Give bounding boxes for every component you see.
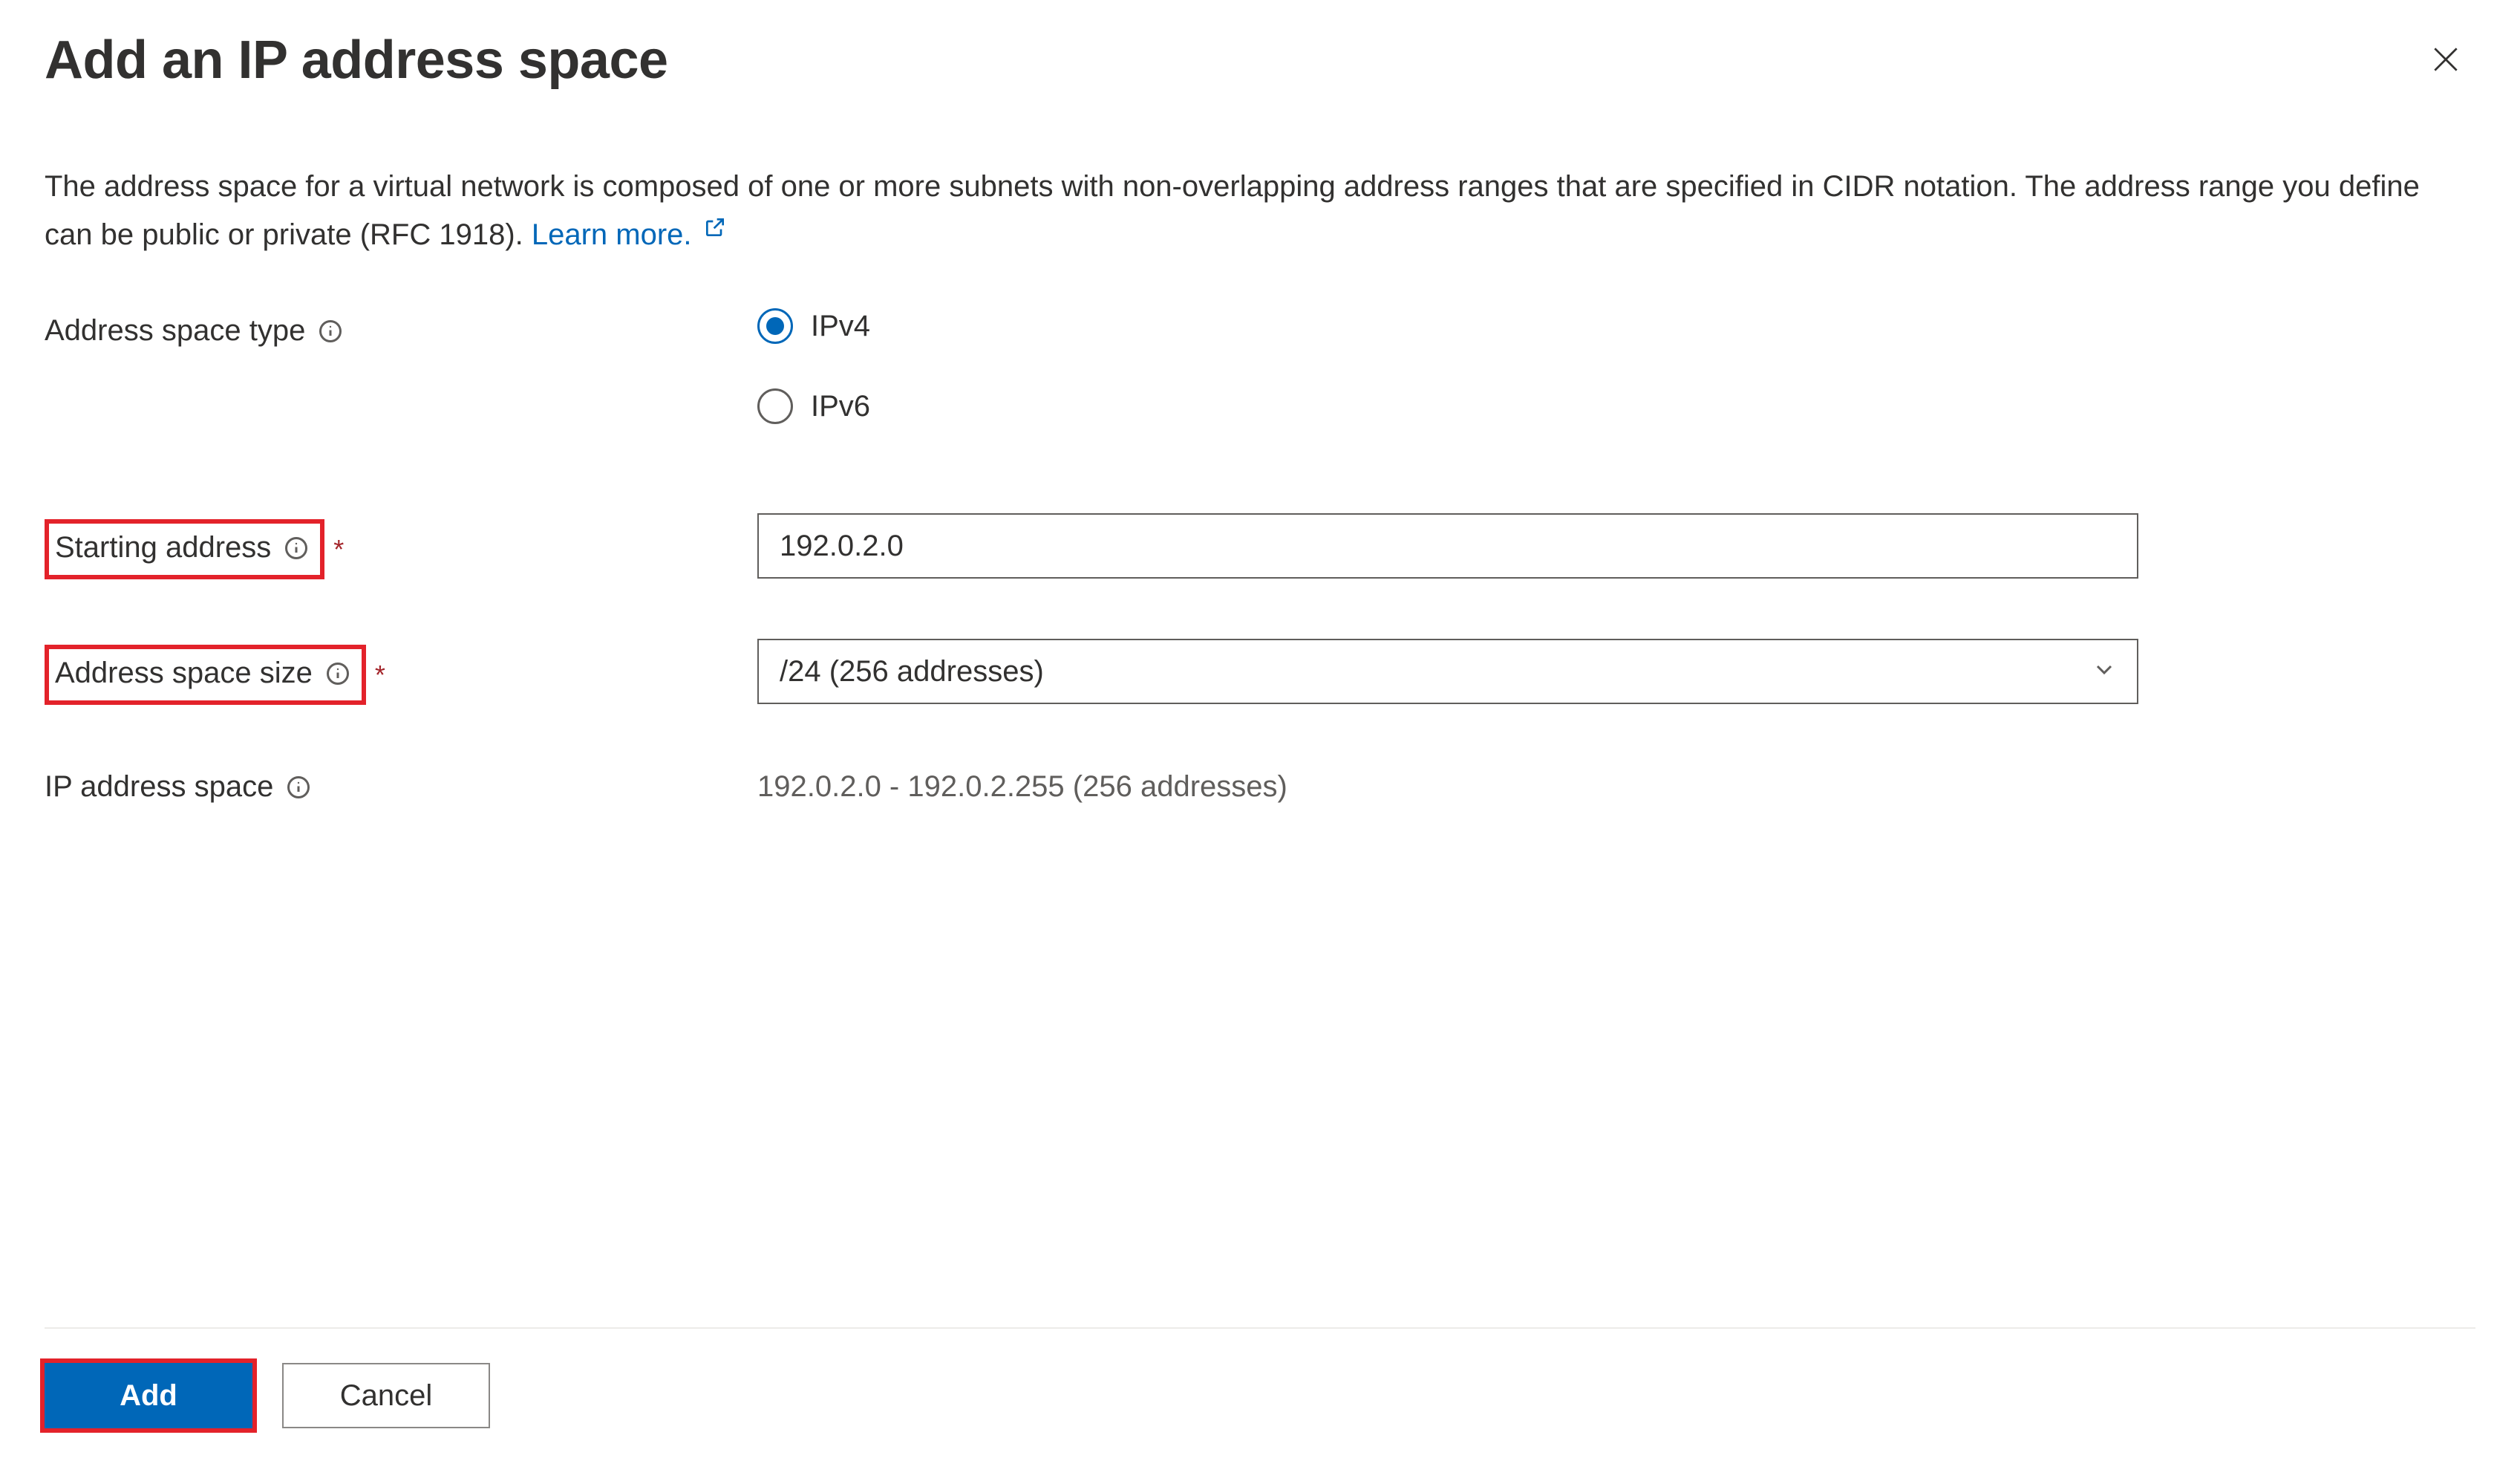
info-icon[interactable]: [324, 660, 351, 687]
required-star-icon: *: [375, 660, 385, 691]
panel-footer: Add Cancel: [45, 1327, 2475, 1428]
row-address-space-size: Address space size * /24 (256 addresses): [45, 639, 2475, 705]
field-address-space-size: /24 (256 addresses): [757, 639, 2138, 704]
radio-ipv4[interactable]: IPv4: [757, 308, 2138, 344]
field-ip-address-space: 192.0.2.0 - 192.0.2.255 (256 addresses): [757, 764, 2138, 804]
label-text: Address space type: [45, 314, 305, 348]
row-address-space-type: Address space type IPv4 IPv6: [45, 308, 2475, 424]
info-icon[interactable]: [283, 535, 310, 562]
address-space-type-radiogroup: IPv4 IPv6: [757, 308, 2138, 424]
description-text: The address space for a virtual network …: [45, 170, 2420, 251]
field-address-space-type: IPv4 IPv6: [757, 308, 2138, 424]
label-text: IP address space: [45, 770, 273, 804]
field-starting-address: [757, 513, 2138, 579]
radio-ipv6[interactable]: IPv6: [757, 388, 2138, 424]
required-star-icon: *: [333, 534, 344, 565]
learn-more-link[interactable]: Learn more.: [532, 218, 727, 251]
label-starting-address: Starting address *: [45, 513, 757, 579]
row-starting-address: Starting address *: [45, 513, 2475, 579]
label-address-space-type: Address space type: [45, 308, 757, 348]
info-icon[interactable]: [285, 774, 312, 801]
ip-address-space-value: 192.0.2.0 - 192.0.2.255 (256 addresses): [757, 764, 2138, 804]
radio-ipv4-label: IPv4: [811, 310, 870, 343]
close-button[interactable]: [2423, 37, 2468, 84]
panel-header: Add an IP address space: [45, 30, 2475, 91]
panel-title: Add an IP address space: [45, 30, 668, 91]
address-space-size-select[interactable]: /24 (256 addresses): [757, 639, 2138, 704]
label-address-space-size: Address space size *: [45, 639, 757, 705]
close-icon: [2429, 67, 2462, 78]
form-area: Address space type IPv4 IPv6: [45, 308, 2475, 1327]
cancel-button[interactable]: Cancel: [282, 1363, 490, 1428]
external-link-icon: [703, 208, 727, 251]
panel-description: The address space for a virtual network …: [45, 165, 2421, 256]
label-ip-address-space: IP address space: [45, 764, 757, 804]
add-button[interactable]: Add: [45, 1363, 252, 1428]
select-display-value: /24 (256 addresses): [757, 639, 2138, 704]
radio-button-icon: [757, 388, 793, 424]
info-icon[interactable]: [317, 318, 344, 345]
starting-address-input[interactable]: [757, 513, 2138, 579]
label-text: Starting address: [55, 531, 271, 564]
radio-ipv6-label: IPv6: [811, 390, 870, 423]
row-ip-address-space: IP address space 192.0.2.0 - 192.0.2.255…: [45, 764, 2475, 804]
add-ip-address-space-panel: Add an IP address space The address spac…: [0, 0, 2520, 1458]
learn-more-link-text: Learn more.: [532, 218, 692, 251]
radio-button-icon: [757, 308, 793, 344]
label-text: Address space size: [55, 657, 313, 690]
